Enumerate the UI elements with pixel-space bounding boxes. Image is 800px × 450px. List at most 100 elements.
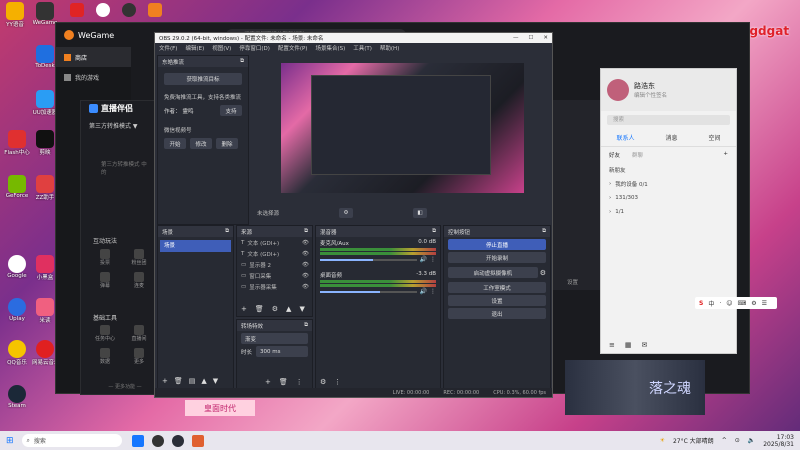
qq-group-devices[interactable]: › 我的设备 0/1 <box>601 177 736 191</box>
clock[interactable]: 17:03 2025/8/31 <box>763 434 794 448</box>
eye-icon[interactable]: 👁 <box>302 273 312 279</box>
speaker-icon[interactable]: 🔊 <box>420 288 427 295</box>
qq-signature[interactable]: 编辑个性签名 <box>634 91 667 99</box>
app-icon[interactable]: ▦ <box>625 341 632 349</box>
scene-item[interactable]: 场景 <box>160 240 231 252</box>
qq-group-other[interactable]: › 1/1 <box>601 205 736 219</box>
chevron-up-icon[interactable]: ^ <box>722 437 727 444</box>
dock-undock-icon[interactable]: ⧉ <box>542 228 546 235</box>
tool-lianmai[interactable]: 连麦 <box>125 272 153 289</box>
eye-icon[interactable]: 👁 <box>302 262 312 268</box>
delete-button[interactable]: 删除 <box>216 138 238 149</box>
eye-icon[interactable]: 👁 <box>302 251 312 257</box>
tool-more[interactable]: 更多 <box>125 348 153 365</box>
source-row[interactable]: ▭ 显示器采集 👁 <box>237 281 312 292</box>
ime-settings[interactable]: ⚙ <box>751 300 756 307</box>
transition-type-select[interactable]: 渐变 <box>241 333 308 344</box>
modify-button[interactable]: 修改 <box>190 138 212 149</box>
dock-undock-icon[interactable]: ⧉ <box>432 228 436 235</box>
maximize-icon[interactable]: ☐ <box>528 35 533 41</box>
menu-view[interactable]: 视图(V) <box>212 44 231 52</box>
wegame-nav-mygames[interactable]: 我的游戏 <box>56 67 131 87</box>
tool-danmu[interactable]: 弹幕 <box>91 272 119 289</box>
volume-slider[interactable] <box>320 258 417 261</box>
stop-streaming-button[interactable]: 停止直播 <box>448 239 546 250</box>
task-view-icon[interactable] <box>131 434 144 447</box>
tool-vote[interactable]: 投票 <box>91 249 119 266</box>
add-icon[interactable]: + <box>162 377 168 385</box>
filter-icon[interactable]: ◧ <box>413 208 428 218</box>
tool-data[interactable]: 数据 <box>91 348 119 365</box>
subtab-groups[interactable]: 群聊 <box>632 151 643 159</box>
source-row[interactable]: ▭ 显示器 2 👁 <box>237 259 312 270</box>
app-icon[interactable] <box>148 3 162 17</box>
gear-icon[interactable]: ⚙ <box>339 208 354 218</box>
start-recording-button[interactable]: 开始录制 <box>448 252 546 263</box>
exit-button[interactable]: 退出 <box>448 308 546 319</box>
qq-search-input[interactable]: 搜索 <box>607 115 730 125</box>
config-icon[interactable]: ⋮ <box>296 378 303 386</box>
menu-edit[interactable]: 编辑(E) <box>185 44 204 52</box>
tab-contacts[interactable]: 联系人 <box>616 133 634 142</box>
desktop-icon-yy[interactable]: YY语音 <box>2 2 28 28</box>
menu-tools[interactable]: 工具(T) <box>353 44 372 52</box>
up-icon[interactable]: ▲ <box>286 305 291 313</box>
virtual-camera-button[interactable]: 启动虚拟摄像机 <box>448 267 538 278</box>
sogou-icon[interactable]: S <box>699 300 703 307</box>
tab-messages[interactable]: 消息 <box>665 133 677 142</box>
trash-icon[interactable]: 🗑 <box>255 305 264 313</box>
desktop-icon-flash[interactable]: Flash中心 <box>4 130 30 156</box>
ime-mode[interactable]: 中 <box>708 299 714 308</box>
gear-icon[interactable]: ⋮ <box>430 256 436 263</box>
add-icon[interactable]: + <box>241 305 247 313</box>
tool-fans[interactable]: 粉丝团 <box>125 249 153 266</box>
menu-scenecollection[interactable]: 场景集合(S) <box>315 44 345 52</box>
settings-button[interactable]: 设置 <box>448 295 546 306</box>
desktop-icon-google[interactable]: Google <box>4 255 30 279</box>
up-icon[interactable]: ▲ <box>201 377 206 385</box>
avatar[interactable] <box>607 79 629 101</box>
qq-group-new-friends[interactable]: 新朋友 <box>601 163 736 177</box>
wegame-nav-store[interactable]: 商店 <box>56 47 131 67</box>
ime-punct[interactable]: · <box>719 300 721 307</box>
app-icon[interactable] <box>70 3 84 17</box>
app-icon[interactable] <box>122 3 136 17</box>
menu-profile[interactable]: 配置文件(P) <box>278 44 308 52</box>
volume-icon[interactable]: 🔈 <box>748 437 755 444</box>
support-button[interactable]: 支持 <box>220 105 242 116</box>
minimize-icon[interactable]: — <box>513 35 519 41</box>
windows-start-icon[interactable]: ⊞ <box>6 436 14 446</box>
dock-undock-icon[interactable]: ⧉ <box>225 228 229 235</box>
network-icon[interactable]: ⊙ <box>735 437 740 444</box>
ime-emoji[interactable]: ☺ <box>726 300 732 307</box>
trash-icon[interactable]: 🗑 <box>279 378 288 386</box>
volume-slider[interactable] <box>320 290 417 293</box>
menu-docks[interactable]: 停靠窗口(D) <box>239 44 270 52</box>
down-icon[interactable]: ▼ <box>213 377 218 385</box>
source-row[interactable]: ▭ 窗口采集 👁 <box>237 270 312 281</box>
tool-tasks[interactable]: 任务中心 <box>91 325 119 342</box>
source-row[interactable]: T 文本 (GDI+) 👁 <box>237 237 312 248</box>
wegame-icon[interactable] <box>151 434 164 447</box>
duration-input[interactable]: 300 ms <box>256 346 308 357</box>
tool-room[interactable]: 直播间 <box>125 325 153 342</box>
source-row[interactable]: T 文本 (GDI+) 👁 <box>237 248 312 259</box>
app-icon[interactable] <box>96 3 110 17</box>
add-icon[interactable]: + <box>265 378 271 386</box>
eye-icon[interactable]: 👁 <box>302 284 312 290</box>
live-mode-select[interactable]: 第三方转推模式 ▼ <box>89 121 161 130</box>
menu-help[interactable]: 帮助(H) <box>380 44 399 52</box>
add-icon[interactable]: + <box>723 151 728 159</box>
dock-undock-icon[interactable]: ⧉ <box>304 322 308 329</box>
desktop-icon-geforce[interactable]: GeForce <box>4 175 30 199</box>
subtab-friends[interactable]: 好友 <box>609 151 620 159</box>
gear-icon[interactable]: ⚙ <box>320 378 326 386</box>
menu-file[interactable]: 文件(F) <box>159 44 177 52</box>
close-icon[interactable]: ✕ <box>543 35 548 41</box>
obs-preview[interactable] <box>281 63 524 193</box>
start-button[interactable]: 开始 <box>164 138 186 149</box>
desktop-icon-steam[interactable]: Steam <box>4 385 30 409</box>
get-stream-target-button[interactable]: 获取推流目标 <box>164 73 242 85</box>
trash-icon[interactable]: 🗑 <box>174 377 183 385</box>
gear-icon[interactable]: ⚙ <box>272 305 278 313</box>
